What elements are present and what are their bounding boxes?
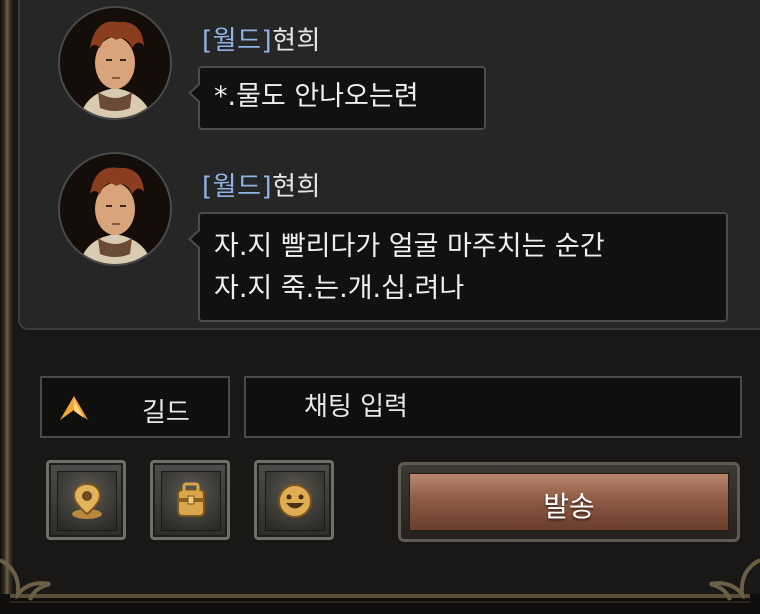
message-text: *.물도 안나오는련	[214, 81, 419, 112]
channel-selector[interactable]: 길드	[40, 376, 230, 438]
avatar[interactable]	[58, 6, 172, 120]
backpack-icon	[177, 482, 205, 517]
send-button-label: 발송	[543, 490, 595, 523]
frame-ornament	[0, 558, 760, 614]
channel-tag: [월드]	[202, 172, 273, 202]
avatar[interactable]	[58, 152, 172, 266]
send-button[interactable]: 발송	[398, 462, 740, 542]
smiley-face-icon	[278, 484, 312, 518]
emoji-button[interactable]	[254, 460, 334, 540]
sender-nickname: 현희	[272, 26, 321, 56]
message-bubble: 자.지 빨리다가 얼굴 마주치는 순간 자.지 죽.는.개.십.려나	[188, 212, 728, 322]
message-text-line: 자.지 빨리다가 얼굴 마주치는 순간	[214, 231, 605, 262]
window-frame-left	[0, 0, 14, 614]
message-text-line: 자.지 죽.는.개.십.려나	[214, 273, 465, 304]
location-button[interactable]	[46, 460, 126, 540]
chevron-up-icon	[60, 396, 88, 420]
sender-name[interactable]: [월드]현희	[202, 20, 321, 57]
channel-tag: [월드]	[202, 26, 273, 56]
sender-nickname: 현희	[272, 172, 321, 202]
location-pin-icon	[72, 482, 102, 519]
chat-input[interactable]	[244, 376, 742, 438]
inventory-button[interactable]	[150, 460, 230, 540]
sender-name[interactable]: [월드]현희	[202, 166, 321, 203]
message-bubble: *.물도 안나오는련	[188, 66, 486, 130]
channel-label: 길드	[142, 398, 190, 428]
